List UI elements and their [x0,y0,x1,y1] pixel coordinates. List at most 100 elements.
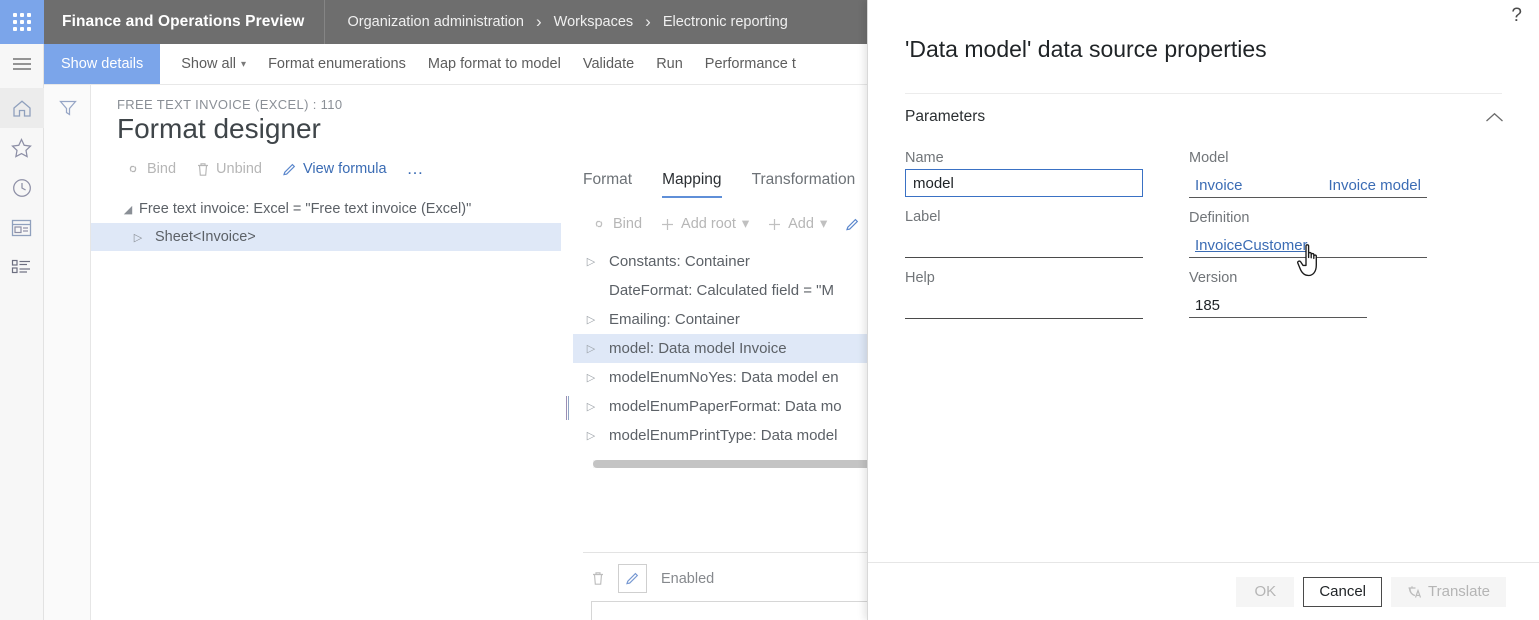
parameters-grid: Name model Label Help Model Invoice [868,126,1539,322]
application-window: Finance and Operations Preview Organizat… [0,0,1539,620]
name-input[interactable]: model [905,169,1143,197]
tab-mapping[interactable]: Mapping [662,171,721,198]
expander-expand-icon[interactable]: ▷ [573,342,609,355]
chevron-down-icon: ▾ [241,59,246,70]
help-field-label: Help [905,270,1143,286]
footer-enabled-label: Enabled [661,571,714,587]
model-description-link[interactable]: Invoice model [1328,177,1421,194]
dialog-title: 'Data model' data source properties [868,0,1539,63]
favorites-star-icon[interactable] [0,128,44,168]
trash-icon [196,162,210,177]
expander-expand-icon[interactable]: ▷ [573,371,609,384]
mapping-add-root-button[interactable]: Add root ▾ [652,212,757,236]
expander-collapse-icon[interactable]: ◢ [117,203,139,216]
breadcrumb: Organization administration › Workspaces… [325,0,787,44]
chevron-down-icon: ▾ [742,216,749,232]
help-input[interactable] [905,289,1143,319]
tab-format[interactable]: Format [583,171,632,198]
mapping-row-label: modelEnumPaperFormat: Data mo [609,398,842,415]
waffle-icon [13,13,31,31]
definition-field-label: Definition [1189,210,1427,226]
parameters-section-header[interactable]: Parameters [868,94,1539,126]
definition-field-group: Definition InvoiceCustomer [1189,210,1427,258]
app-title: Finance and Operations Preview [44,0,325,44]
mapping-row-label: Constants: Container [609,253,750,270]
expander-expand-icon[interactable]: ▷ [573,429,609,442]
unbind-button[interactable]: Unbind [188,157,270,181]
model-value-link[interactable]: Invoice [1195,177,1243,194]
mapping-row-label: modelEnumNoYes: Data model en [609,369,839,386]
mapping-add-button[interactable]: Add ▾ [759,212,835,236]
mapping-row[interactable]: ▷ model: Data model Invoice [573,334,880,363]
hamburger-menu-icon[interactable] [0,44,44,84]
version-field-label: Version [1189,270,1427,286]
recent-clock-icon[interactable] [0,168,44,208]
view-formula-button[interactable]: View formula [274,157,395,181]
action-performance-trace[interactable]: Performance t [694,44,807,84]
parameters-left-column: Name model Label Help [905,150,1143,322]
bind-button[interactable]: Bind [117,157,184,181]
cancel-button[interactable]: Cancel [1303,577,1382,607]
action-format-enumerations[interactable]: Format enumerations [257,44,417,84]
pencil-icon [282,162,297,177]
more-options-button[interactable]: … [399,155,434,183]
filter-funnel-icon[interactable] [44,99,91,117]
help-icon[interactable]: ? [1511,6,1522,25]
dialog-footer: OK Cancel Translate [868,562,1539,620]
unbind-button-label: Unbind [216,161,262,177]
version-field-group: Version 185 [1189,270,1427,318]
mapping-row-label: modelEnumPrintType: Data model [609,427,837,444]
action-validate[interactable]: Validate [572,44,645,84]
mapping-row-label: model: Data model Invoice [609,340,787,357]
mapping-add-label: Add [788,216,814,232]
help-field-group: Help [905,270,1143,319]
tab-transformation[interactable]: Transformation [752,171,856,198]
app-launcher-button[interactable] [0,0,44,44]
panel-splitter[interactable] [565,85,573,620]
mapping-bind-button[interactable]: Bind [583,212,650,236]
breadcrumb-item-electronic-reporting[interactable]: Electronic reporting [663,14,788,30]
mapping-add-root-label: Add root [681,216,736,232]
home-icon[interactable] [0,88,44,128]
definition-lookup[interactable]: InvoiceCustomer [1189,229,1427,258]
footer-delete-button[interactable] [583,564,612,593]
modules-list-icon[interactable] [0,248,44,288]
footer-edit-button[interactable] [618,564,647,593]
label-input[interactable] [905,228,1143,258]
bind-button-label: Bind [147,161,176,177]
tab-show-details[interactable]: Show details [44,44,160,84]
breadcrumb-item-organization-administration[interactable]: Organization administration [347,14,524,30]
breadcrumb-item-workspaces[interactable]: Workspaces [554,14,634,30]
version-value[interactable]: 185 [1189,289,1367,318]
definition-value-link[interactable]: InvoiceCustomer [1195,237,1308,254]
workspaces-icon[interactable] [0,208,44,248]
mapping-edit-button[interactable] [837,213,868,236]
tree-row-label: Free text invoice: Excel = "Free text in… [139,201,471,217]
view-formula-label: View formula [303,161,387,177]
plus-icon [660,217,675,232]
expander-expand-icon[interactable]: ▷ [573,313,609,326]
chevron-up-icon[interactable] [1485,112,1504,123]
mapping-row-label: Emailing: Container [609,311,740,328]
model-lookup[interactable]: Invoice Invoice model [1189,169,1427,198]
name-field-label: Name [905,150,1143,166]
model-field-group: Model Invoice Invoice model [1189,150,1427,198]
action-map-format-to-model[interactable]: Map format to model [417,44,572,84]
chevron-right-icon: › [536,12,542,32]
action-run[interactable]: Run [645,44,694,84]
action-show-all[interactable]: Show all ▾ [170,44,257,84]
expander-expand-icon[interactable]: ▷ [127,231,149,244]
name-field-group: Name model [905,150,1143,197]
action-pane-items: Show all ▾ Format enumerations Map forma… [160,44,807,84]
mapping-row-label: DateFormat: Calculated field = "M [609,282,834,299]
plus-icon [767,217,782,232]
expander-expand-icon[interactable]: ▷ [573,255,609,268]
label-field-label: Label [905,209,1143,225]
translate-button[interactable]: Translate [1391,577,1506,607]
mapping-bind-label: Bind [613,216,642,232]
expander-expand-icon[interactable]: ▷ [573,400,609,413]
left-navigation-rail [0,44,44,620]
tree-row-label: Sheet<Invoice> [155,229,256,245]
tree-row[interactable]: ▷ Sheet<Invoice> [91,223,561,251]
ok-button[interactable]: OK [1236,577,1294,607]
